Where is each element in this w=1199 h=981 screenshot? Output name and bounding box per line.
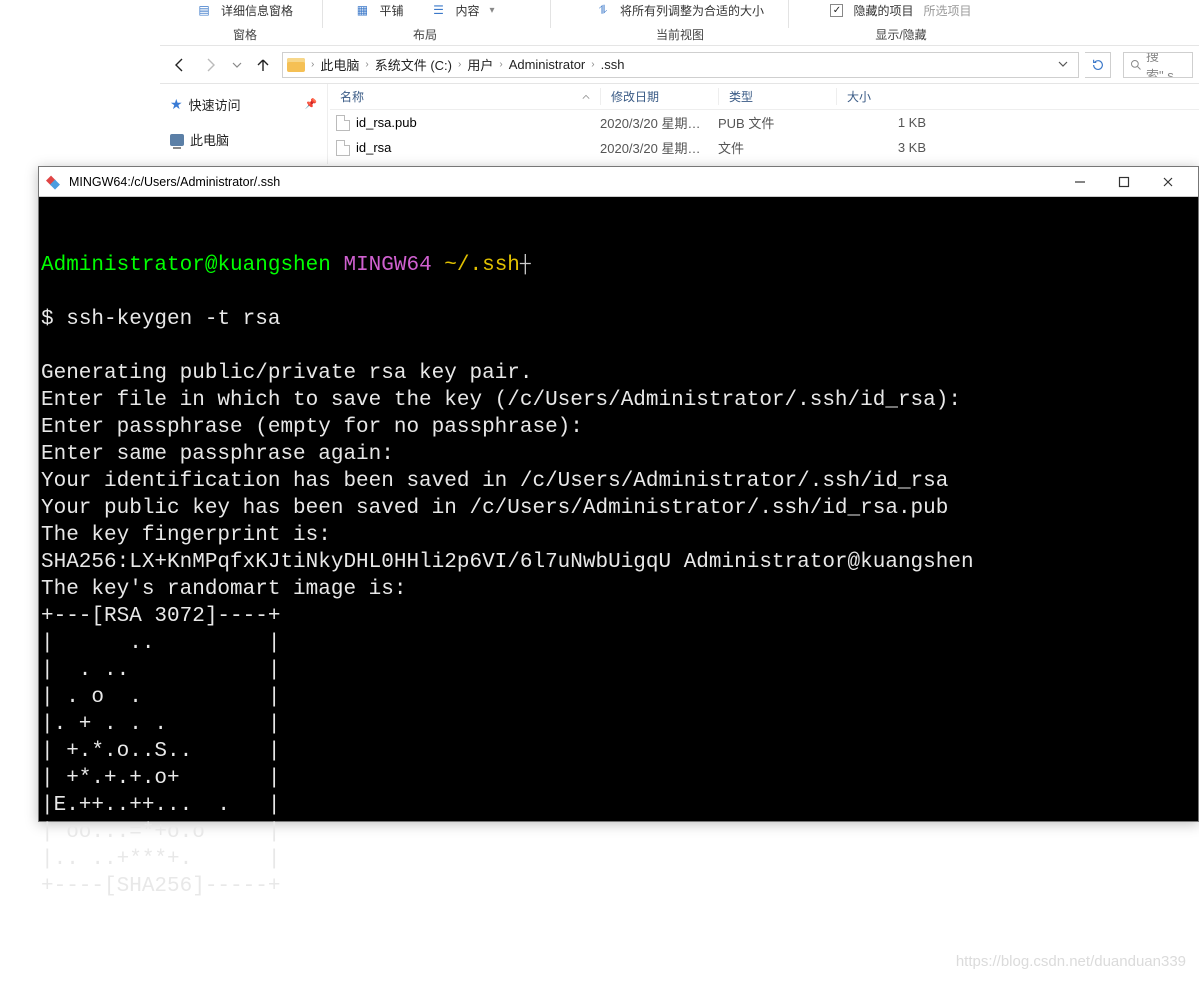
explorer-ribbon: ▤ 详细信息窗格 窗格 ▦ 平铺 ☰ 内容 ▾ 布局 ⥮ 将所有列调整为合适的大… bbox=[160, 0, 1199, 46]
content-view-button[interactable]: 内容 bbox=[455, 2, 479, 19]
address-bar[interactable]: › 此电脑 › 系统文件 (C:) › 用户 › Administrator ›… bbox=[282, 52, 1079, 78]
address-dropdown-icon[interactable] bbox=[1052, 57, 1074, 72]
file-size: 3 KB bbox=[836, 140, 946, 155]
pin-icon: 📌 bbox=[305, 99, 317, 110]
file-type: 文件 bbox=[718, 138, 836, 157]
tile-view-button[interactable]: 平铺 bbox=[379, 2, 403, 19]
terminal-window: MINGW64:/c/Users/Administrator/.ssh Admi… bbox=[38, 166, 1199, 822]
ribbon-group-showhide: 显示/隐藏 bbox=[796, 26, 1006, 43]
file-list: id_rsa.pub 2020/3/20 星期… PUB 文件 1 KB id_… bbox=[330, 110, 1199, 160]
details-pane-button[interactable]: 详细信息窗格 bbox=[221, 2, 293, 19]
content-view-icon: ☰ bbox=[431, 3, 445, 17]
terminal-command: ssh-keygen -t rsa bbox=[66, 308, 280, 331]
file-row[interactable]: id_rsa 2020/3/20 星期… 文件 3 KB bbox=[330, 135, 1199, 160]
crumb-c-drive[interactable]: 系统文件 (C:) bbox=[371, 55, 456, 74]
nav-recent-button[interactable] bbox=[230, 52, 244, 78]
crumb-administrator[interactable]: Administrator bbox=[505, 57, 590, 72]
tree-this-pc[interactable]: 此电脑 bbox=[164, 127, 323, 152]
tree-this-pc-label: 此电脑 bbox=[190, 130, 229, 149]
terminal-output: Generating public/private rsa key pair. … bbox=[41, 360, 1196, 900]
file-icon bbox=[336, 115, 350, 131]
selected-items-button[interactable]: 所选项目 bbox=[924, 2, 972, 19]
search-placeholder: 搜索".s bbox=[1146, 52, 1186, 78]
file-date: 2020/3/20 星期… bbox=[600, 113, 718, 132]
explorer-navbar: › 此电脑 › 系统文件 (C:) › 用户 › Administrator ›… bbox=[160, 46, 1199, 84]
col-type[interactable]: 类型 bbox=[718, 88, 836, 105]
hidden-items-label: 隐藏的项目 bbox=[853, 2, 913, 19]
file-row[interactable]: id_rsa.pub 2020/3/20 星期… PUB 文件 1 KB bbox=[330, 110, 1199, 135]
col-date[interactable]: 修改日期 bbox=[600, 88, 718, 105]
prompt-path: ~/.ssh bbox=[444, 254, 520, 277]
prompt-host: kuangshen bbox=[217, 254, 330, 277]
file-size: 1 KB bbox=[836, 115, 946, 130]
folder-icon bbox=[287, 58, 305, 72]
watermark-text: https://blog.csdn.net/duanduan339 bbox=[956, 948, 1186, 975]
fit-columns-button[interactable]: 将所有列调整为合适的大小 bbox=[620, 2, 764, 19]
nav-back-button[interactable] bbox=[166, 52, 192, 78]
ribbon-group-currentview: 当前视图 bbox=[580, 26, 780, 43]
file-date: 2020/3/20 星期… bbox=[600, 138, 718, 157]
fit-columns-icon: ⥮ bbox=[596, 3, 610, 17]
search-icon bbox=[1130, 59, 1142, 71]
file-icon bbox=[336, 140, 350, 156]
refresh-button[interactable] bbox=[1085, 52, 1111, 78]
details-pane-icon: ▤ bbox=[197, 3, 211, 17]
close-button[interactable] bbox=[1146, 167, 1190, 197]
minimize-button[interactable] bbox=[1058, 167, 1102, 197]
ribbon-group-panes: 窗格 bbox=[170, 26, 320, 43]
terminal-body[interactable]: Administrator@kuangshen MINGW64 ~/.ssh┼ … bbox=[39, 197, 1198, 981]
search-box[interactable]: 搜索".s bbox=[1123, 52, 1193, 78]
prompt-env: MINGW64 bbox=[343, 254, 431, 277]
crumb-users[interactable]: 用户 bbox=[463, 55, 497, 74]
crumb-ssh[interactable]: .ssh bbox=[597, 57, 629, 72]
text-cursor-icon: ┼ bbox=[520, 255, 531, 275]
col-name[interactable]: 名称 bbox=[330, 88, 600, 105]
explorer-tree: ★ 快速访问 📌 此电脑 bbox=[160, 84, 328, 164]
file-type: PUB 文件 bbox=[718, 113, 836, 132]
git-bash-icon bbox=[47, 175, 61, 189]
prompt-user: Administrator bbox=[41, 254, 205, 277]
hidden-items-checkbox[interactable]: ✓ bbox=[830, 4, 843, 17]
sort-indicator-icon bbox=[582, 93, 590, 101]
maximize-button[interactable] bbox=[1102, 167, 1146, 197]
crumb-this-pc[interactable]: 此电脑 bbox=[316, 55, 363, 74]
file-columns-header: 名称 修改日期 类型 大小 bbox=[330, 84, 1199, 110]
ribbon-group-layout: 布局 bbox=[325, 26, 525, 43]
tree-quick-access[interactable]: ★ 快速访问 📌 bbox=[164, 92, 323, 117]
nav-forward-button[interactable] bbox=[198, 52, 224, 78]
file-name: id_rsa.pub bbox=[356, 115, 600, 130]
star-icon: ★ bbox=[170, 96, 183, 113]
file-name: id_rsa bbox=[356, 140, 600, 155]
tree-quick-access-label: 快速访问 bbox=[189, 95, 241, 114]
terminal-title-text: MINGW64:/c/Users/Administrator/.ssh bbox=[69, 175, 280, 189]
pc-icon bbox=[170, 134, 184, 146]
nav-up-button[interactable] bbox=[250, 52, 276, 78]
tile-view-icon: ▦ bbox=[355, 3, 369, 17]
col-size[interactable]: 大小 bbox=[836, 88, 946, 105]
terminal-titlebar[interactable]: MINGW64:/c/Users/Administrator/.ssh bbox=[39, 167, 1198, 197]
